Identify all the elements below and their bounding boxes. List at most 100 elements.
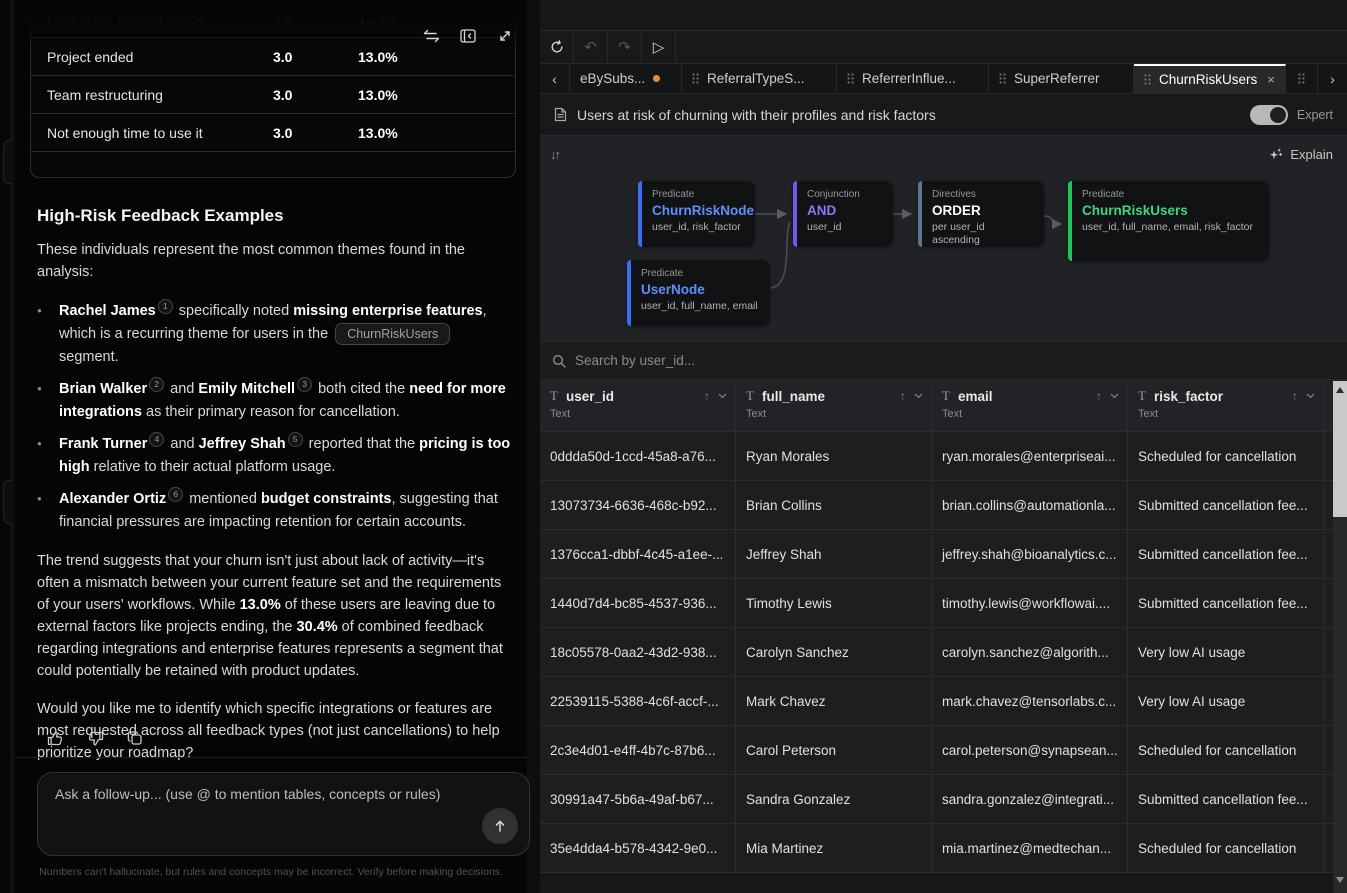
node-title: ChurnRiskNode bbox=[652, 203, 745, 218]
results-table: Tuser_id↑TextTfull_name↑TextTemail↑TextT… bbox=[540, 380, 1347, 893]
tabs-scroll-left-icon[interactable]: ‹ bbox=[540, 64, 570, 93]
table-row[interactable]: 30991a47-5b6a-49af-b67...Sandra Gonzalez… bbox=[540, 775, 1347, 824]
feedback-percent: 13.0% bbox=[358, 125, 499, 141]
tab-churnriskusers[interactable]: ChurnRiskUsers× bbox=[1134, 64, 1286, 93]
node-title: UserNode bbox=[641, 282, 760, 297]
scroll-down-icon[interactable] bbox=[1333, 873, 1347, 887]
send-button[interactable] bbox=[482, 808, 518, 844]
column-header-full_name[interactable]: Tfull_name↑Text bbox=[736, 380, 932, 431]
text-type-icon: T bbox=[746, 388, 754, 404]
table-cell: Jeffrey Shah bbox=[736, 530, 932, 578]
rail-handle[interactable] bbox=[3, 480, 12, 524]
bullet-marker-icon: ● bbox=[37, 377, 59, 424]
expand-icon[interactable] bbox=[495, 26, 515, 46]
scroll-up-icon[interactable] bbox=[1333, 381, 1347, 399]
citation-badge[interactable]: 1 bbox=[158, 299, 173, 314]
feedback-count: 3.0 bbox=[273, 49, 358, 65]
grip-icon[interactable] bbox=[999, 73, 1006, 84]
scrollbar-thumb[interactable] bbox=[1333, 399, 1347, 517]
table-row[interactable]: 18c05578-0aa2-43d2-938...Carolyn Sanchez… bbox=[540, 628, 1347, 677]
node-and[interactable]: ConjunctionANDuser_id bbox=[793, 181, 893, 247]
table-row[interactable]: 13073734-6636-468c-b92...Brian Collinsbr… bbox=[540, 481, 1347, 530]
description-bar: Users at risk of churning with their pro… bbox=[540, 94, 1347, 136]
node-kind: Directives bbox=[932, 189, 1034, 200]
thumbs-down-icon[interactable] bbox=[85, 728, 105, 748]
chevron-down-icon[interactable] bbox=[1306, 393, 1315, 399]
table-cell: 1376cca1-dbbf-4c45-a1ee-... bbox=[540, 530, 736, 578]
copy-icon[interactable] bbox=[125, 728, 145, 748]
bullet-item: ●Brian Walker2 and Emily Mitchell3 both … bbox=[37, 377, 515, 424]
run-icon[interactable]: ▷ bbox=[642, 31, 676, 63]
tab-label: ReferralTypeS... bbox=[707, 71, 805, 86]
feedback-table-row: Team restructuring3.013.0% bbox=[31, 76, 515, 114]
rail-handle[interactable] bbox=[3, 140, 12, 184]
expert-toggle-label: Expert bbox=[1297, 108, 1333, 122]
column-header-user_id[interactable]: Tuser_id↑ Text bbox=[540, 380, 736, 431]
grip-icon[interactable] bbox=[692, 73, 699, 84]
chevron-down-icon[interactable] bbox=[1110, 393, 1119, 399]
close-tab-icon[interactable]: × bbox=[1267, 72, 1275, 87]
citation-badge[interactable]: 3 bbox=[297, 377, 312, 392]
feedback-table-rows: Pricing too high for usage3.013.0%Projec… bbox=[31, 0, 515, 152]
sort-ascending-icon[interactable]: ↑ bbox=[704, 389, 710, 403]
tab-superreferrer[interactable]: SuperReferrer bbox=[989, 64, 1134, 93]
disclaimer-text: Numbers can't hallucinate, but rules and… bbox=[15, 866, 527, 878]
tab-partial[interactable] bbox=[1286, 64, 1317, 93]
follow-up-input[interactable] bbox=[38, 773, 529, 855]
table-cell: Very low AI usage bbox=[1128, 628, 1324, 676]
column-header-email[interactable]: Temail↑Text bbox=[932, 380, 1128, 431]
node-churnrisknode[interactable]: PredicateChurnRiskNodeuser_id, risk_fact… bbox=[638, 181, 755, 247]
refresh-icon[interactable] bbox=[540, 31, 574, 63]
table-row[interactable]: 1440d7d4-bc85-4537-936...Timothy Lewisti… bbox=[540, 579, 1347, 628]
table-cell: Submitted cancellation fee... bbox=[1128, 481, 1324, 529]
expert-toggle[interactable] bbox=[1250, 105, 1288, 125]
table-header-row: Tuser_id↑TextTfull_name↑TextTemail↑TextT… bbox=[540, 380, 1347, 432]
table-reference-chip[interactable]: ChurnRiskUsers bbox=[335, 323, 450, 345]
collapse-panel-icon[interactable] bbox=[458, 26, 478, 46]
feedback-count: 3.0 bbox=[273, 11, 358, 27]
query-diagram-canvas[interactable]: ↓↑ Explain Predi bbox=[540, 136, 1347, 342]
bullet-item: ●Alexander Ortiz6 mentioned budget const… bbox=[37, 487, 515, 534]
tab-ebysubs[interactable]: eBySubs... bbox=[570, 64, 682, 93]
chevron-down-icon[interactable] bbox=[914, 393, 923, 399]
grip-icon[interactable] bbox=[1144, 74, 1151, 85]
node-usernode[interactable]: PredicateUserNodeuser_id, full_name, ema… bbox=[627, 260, 770, 326]
table-row[interactable]: 22539115-5388-4c6f-accf-...Mark Chavezma… bbox=[540, 677, 1347, 726]
feedback-percent: 13.0% bbox=[358, 87, 499, 103]
sort-ascending-icon[interactable]: ↑ bbox=[1096, 389, 1102, 403]
thumbs-up-icon[interactable] bbox=[45, 728, 65, 748]
tabs-scroll-right-icon[interactable]: › bbox=[1317, 64, 1347, 93]
node-columns: user_id, full_name, email, risk_factor bbox=[1082, 221, 1259, 234]
tab-referrerinflue[interactable]: ReferrerInflue... bbox=[837, 64, 989, 93]
message-paragraph: The trend suggests that your churn isn't… bbox=[37, 550, 515, 682]
table-row[interactable]: 0ddda50d-1ccd-45a8-a76...Ryan Moralesrya… bbox=[540, 432, 1347, 481]
citation-badge[interactable]: 2 bbox=[149, 377, 164, 392]
citation-badge[interactable]: 6 bbox=[168, 487, 183, 502]
column-header-risk_factor[interactable]: Trisk_factor↑Text bbox=[1128, 380, 1324, 431]
grip-icon[interactable] bbox=[847, 73, 854, 84]
citation-badge[interactable]: 5 bbox=[288, 432, 303, 447]
vertical-scrollbar[interactable] bbox=[1333, 381, 1347, 893]
column-type: Text bbox=[550, 408, 727, 420]
tab-referraltypes[interactable]: ReferralTypeS... bbox=[682, 64, 837, 93]
sort-ascending-icon[interactable]: ↑ bbox=[900, 389, 906, 403]
table-bottom-strip bbox=[540, 873, 1347, 893]
sort-ascending-icon[interactable]: ↑ bbox=[1292, 389, 1298, 403]
table-cell: 13073734-6636-468c-b92... bbox=[540, 481, 736, 529]
text-segment: reported that the bbox=[305, 436, 419, 452]
redo-icon[interactable]: ↷ bbox=[608, 31, 642, 63]
search-input[interactable] bbox=[575, 353, 1335, 368]
query-panel: ↶ ↷ ▷ ‹ eBySubs... ReferralTypeS... Referr… bbox=[540, 0, 1347, 893]
swap-columns-icon[interactable] bbox=[421, 26, 441, 46]
table-row[interactable]: 35e4dda4-b578-4342-9e0...Mia Martinezmia… bbox=[540, 824, 1347, 873]
node-order[interactable]: DirectivesORDERper user_id ascending bbox=[918, 181, 1044, 247]
undo-icon[interactable]: ↶ bbox=[574, 31, 608, 63]
table-row[interactable]: 2c3e4d01-e4ff-4b7c-87b6...Carol Peterson… bbox=[540, 726, 1347, 775]
bullet-text: Brian Walker2 and Emily Mitchell3 both c… bbox=[59, 377, 515, 424]
node-churnriskusers[interactable]: PredicateChurnRiskUsersuser_id, full_nam… bbox=[1068, 181, 1269, 261]
chevron-down-icon[interactable] bbox=[718, 393, 727, 399]
table-row[interactable]: 1376cca1-dbbf-4c45-a1ee-...Jeffrey Shahj… bbox=[540, 530, 1347, 579]
column-header-top: Tuser_id↑ bbox=[550, 388, 727, 404]
bullet-text: Alexander Ortiz6 mentioned budget constr… bbox=[59, 487, 515, 534]
citation-badge[interactable]: 4 bbox=[149, 432, 164, 447]
